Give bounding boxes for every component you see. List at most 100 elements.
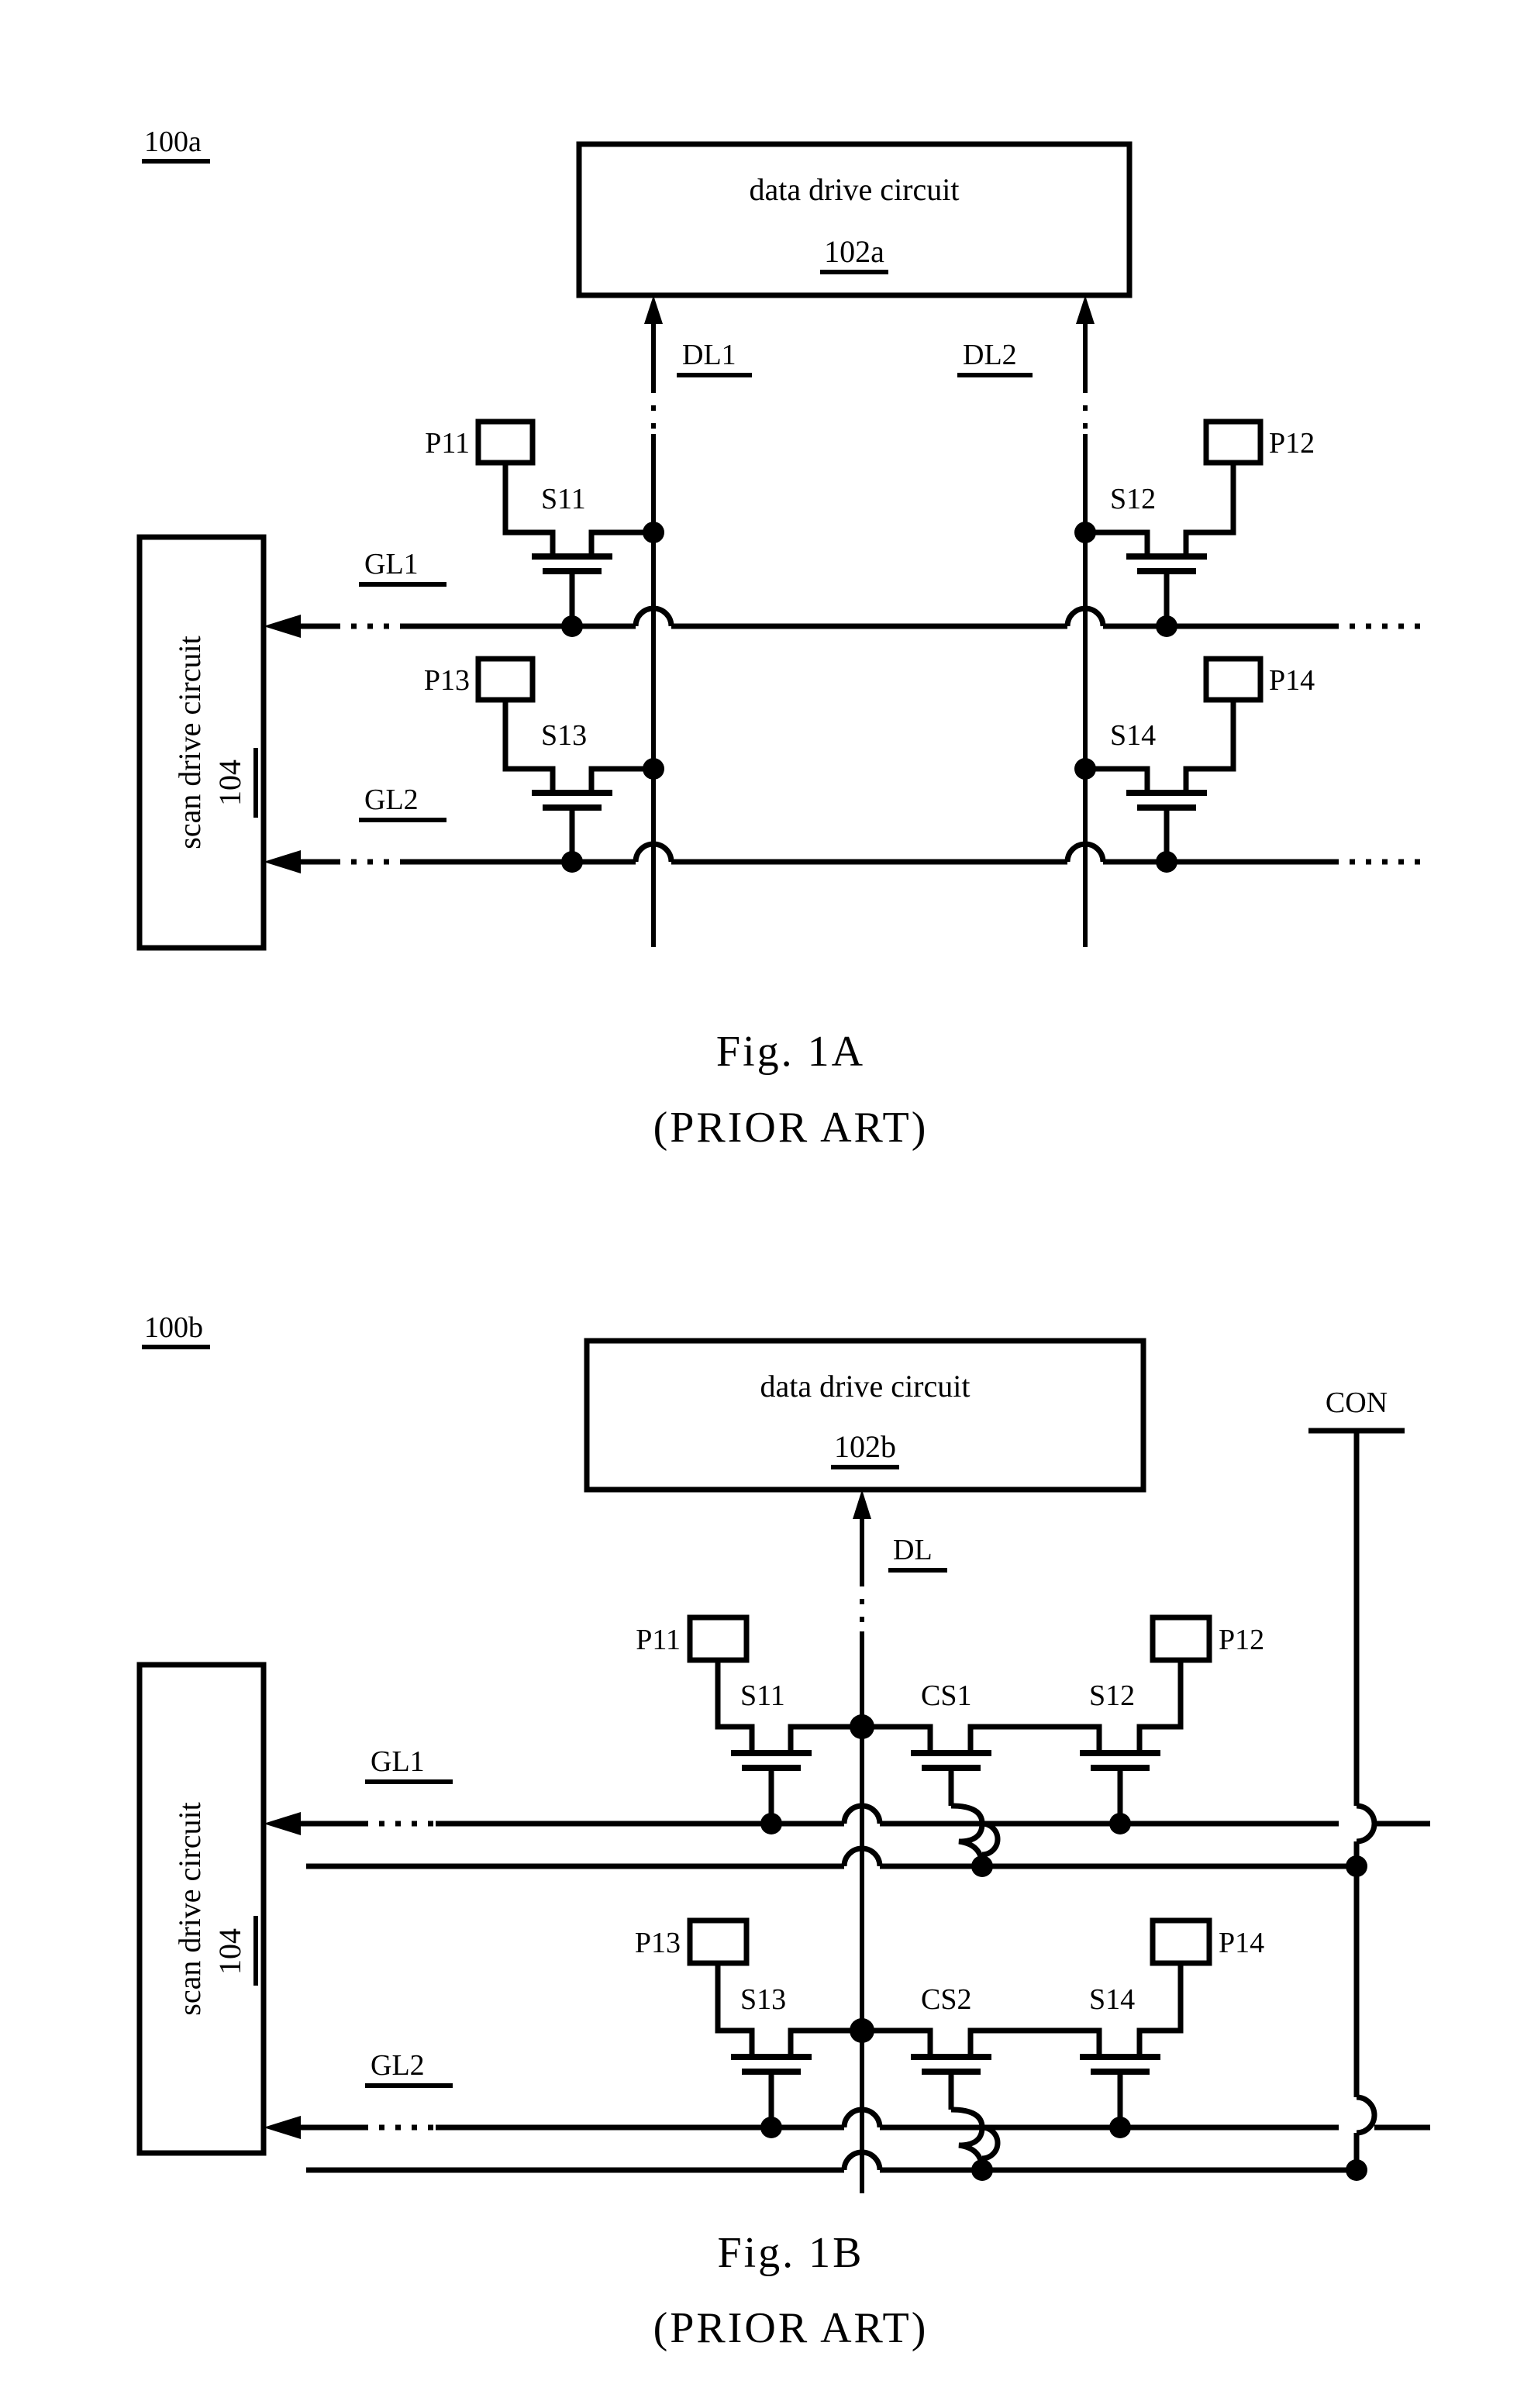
fig1a-gl1-arrow-head: [264, 615, 301, 638]
fig1b-cs1-drain-lead: [967, 1724, 1031, 1750]
fig1b-gl1-label: GL1: [371, 1745, 425, 1778]
fig1a-s13-gate-junction-dot: [561, 851, 583, 873]
fig1a-gl1-label: GL1: [364, 548, 419, 580]
fig1a-dl2-label: DL2: [963, 339, 1017, 371]
fig1b-dl-arrow-head: [853, 1490, 871, 1519]
figure-1a: 100a data drive circuit 102a scan drive …: [136, 126, 1430, 1152]
fig1b-dl-label: DL: [893, 1534, 933, 1566]
fig1b-cs2-drain-lead: [967, 2027, 1031, 2054]
fig1a-scan-drive-circuit: scan drive circuit 104: [136, 534, 267, 951]
fig1b-p12-pixel-box: [1150, 1614, 1212, 1663]
fig1b-data-drive-circuit: data drive circuit 102b: [584, 1338, 1146, 1493]
fig1a-ref-label: 100a: [144, 126, 202, 158]
fig1b-con-hop-gl1: [1356, 1803, 1377, 1845]
fig1b-s12-source-lead: [1136, 1660, 1184, 1750]
fig1a-s13-drain-junction-dot: [643, 758, 664, 780]
fig1b-con-row-line-1: [306, 1845, 1357, 1877]
fig1a-p12-lead: [1183, 463, 1236, 554]
fig1a-p13-label: P13: [424, 664, 470, 697]
fig1a-p14-pixel-box: [1203, 656, 1264, 703]
fig1b-s13-label: S13: [740, 1983, 786, 2016]
fig1b-s14-drain-lead: [1031, 2027, 1102, 2054]
fig1b-p12-label: P12: [1219, 1624, 1264, 1656]
fig1a-data-drive-circuit: data drive circuit 102a: [576, 141, 1133, 298]
fig1a-cell-p11: P11 S11: [425, 419, 664, 637]
fig1b-data-drive-ref: 102b: [834, 1429, 896, 1464]
fig1b-cs2-label: CS2: [921, 1983, 971, 2016]
fig1b-control-line-con: CON: [1308, 1387, 1405, 2181]
fig1b-cs1-label: CS1: [921, 1679, 971, 1712]
fig1a-s12-drain-junction-dot: [1074, 522, 1096, 543]
fig1a-data-drive-ref: 102a: [824, 234, 884, 269]
fig1a-scan-drive-ref: 104: [212, 760, 247, 806]
fig1b-ref-label: 100b: [144, 1311, 203, 1344]
fig1b-gate-line-gl2: GL2: [264, 2049, 1430, 2162]
fig1b-s11-gate-junction-dot: [760, 1813, 782, 1834]
fig1a-cell-p13: P13 S13: [424, 656, 664, 873]
fig1a-s14-label: S14: [1110, 719, 1156, 752]
figure-1b: 100b data drive circuit 102b scan drive …: [136, 1311, 1430, 2352]
fig1a-s11-label: S11: [541, 483, 586, 515]
fig1b-s14-label: S14: [1089, 1983, 1135, 2016]
fig1b-scan-drive-ref: 104: [212, 1928, 247, 1975]
fig1a-p12-pixel-box: [1203, 419, 1264, 466]
fig1a-gl2-arrow-head: [264, 850, 301, 873]
fig1a-gate-line-gl1: GL1: [264, 548, 1430, 638]
fig1a-caption-main: Fig. 1A: [716, 1028, 865, 1076]
fig1b-caption-sub: (PRIOR ART): [653, 2304, 929, 2352]
fig1b-s12-drain-lead: [1031, 1724, 1102, 1750]
fig1b-p13-label: P13: [635, 1927, 681, 1959]
fig1a-p11-pixel-box: [475, 419, 536, 466]
fig1b-s12-label: S12: [1089, 1679, 1135, 1712]
fig1b-con-row-line-2: [306, 2149, 1357, 2181]
fig1b-row-2: P13 S13 CS2 S14 P14: [635, 1917, 1264, 2171]
patent-drawing-sheet: 100a data drive circuit 102a scan drive …: [0, 0, 1517, 2408]
fig1b-scan-drive-circuit: scan drive circuit 104: [136, 1662, 267, 2156]
fig1a-data-line-dl1: DL1: [644, 295, 752, 947]
fig1b-p13-pixel-box: [687, 1917, 750, 1966]
fig1b-s14-gate-junction-dot: [1109, 2117, 1131, 2138]
fig1a-gate-line-gl2: GL2: [264, 784, 1430, 873]
fig1b-caption-main: Fig. 1B: [717, 2229, 864, 2277]
fig1a-dl1-arrow-head: [644, 295, 663, 324]
fig1a-data-drive-title: data drive circuit: [750, 172, 960, 207]
fig1b-s13-gate-junction-dot: [760, 2117, 782, 2138]
fig1b-s12-gate-junction-dot: [1109, 1813, 1131, 1834]
fig1a-dl1-label: DL1: [682, 339, 736, 371]
fig1a-p12-label: P12: [1269, 427, 1315, 460]
fig1a-cell-p12: P12 S12: [1074, 419, 1315, 637]
figure-1a-and-1b: 100a data drive circuit 102a scan drive …: [136, 126, 1430, 2352]
fig1a-s12-label: S12: [1110, 483, 1156, 515]
fig1b-p11-label: P11: [636, 1624, 681, 1656]
fig1b-con-hop-gl2: [1356, 2094, 1377, 2136]
fig1b-gl2-label: GL2: [371, 2049, 425, 2082]
fig1a-s12-gate-junction-dot: [1156, 615, 1177, 637]
fig1a-caption-sub: (PRIOR ART): [653, 1104, 929, 1152]
fig1a-scan-drive-title: scan drive circuit: [172, 636, 207, 849]
fig1a-s13-label: S13: [541, 719, 587, 752]
fig1a-s14-drain-junction-dot: [1074, 758, 1096, 780]
fig1a-s11-gate-junction-dot: [561, 615, 583, 637]
fig1b-p11-pixel-box: [687, 1614, 750, 1663]
fig1b-gl1-arrow-head: [264, 1812, 301, 1835]
fig1a-p11-label: P11: [425, 427, 470, 460]
fig1b-scan-drive-title: scan drive circuit: [172, 1802, 207, 2015]
fig1b-data-line-dl: DL: [853, 1490, 947, 2193]
fig1b-p14-pixel-box: [1150, 1917, 1212, 1966]
fig1a-s11-drain-junction-dot: [643, 522, 664, 543]
fig1a-p13-pixel-box: [475, 656, 536, 703]
fig1b-data-drive-title: data drive circuit: [760, 1369, 971, 1404]
fig1b-con-label: CON: [1326, 1387, 1388, 1419]
fig1b-row-1: P11 S11 CS1 S12 P12: [636, 1614, 1264, 1867]
fig1a-reference-numeral: 100a: [142, 126, 210, 164]
fig1b-s11-label: S11: [740, 1679, 785, 1712]
fig1a-gl2-label: GL2: [364, 784, 419, 816]
fig1a-cell-p14: P14 S14: [1074, 656, 1315, 873]
fig1a-dl2-arrow-head: [1076, 295, 1095, 324]
fig1b-gate-line-gl1: GL1: [264, 1745, 1430, 1858]
fig1b-s14-source-lead: [1136, 1963, 1184, 2054]
fig1b-gl2-arrow-head: [264, 2116, 301, 2139]
fig1a-p14-lead: [1183, 700, 1236, 791]
fig1b-p14-label: P14: [1219, 1927, 1264, 1959]
fig1a-p14-label: P14: [1269, 664, 1315, 697]
